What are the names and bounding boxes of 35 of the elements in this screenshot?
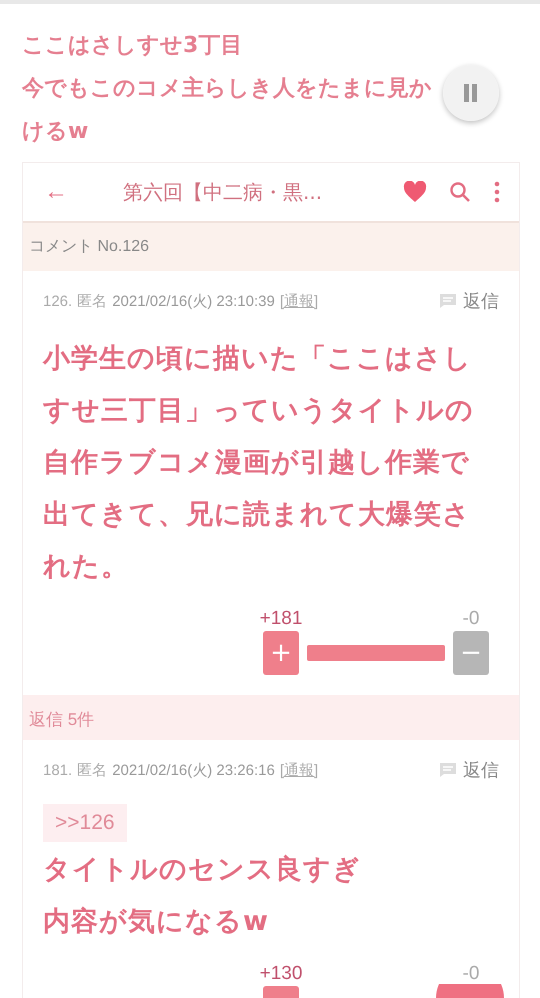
comment-text: 小学生の頃に描いた「ここはさしすせ三丁目」っていうタイトルの自作ラブコメ漫画が引越し作業で出てきて、兄に読まれて大爆笑された。 [43,342,475,584]
search-icon[interactable] [449,181,471,203]
comment-date: 2021/02/16(火) 23:26:16 [112,760,275,780]
author-name: 匿名 [77,292,108,310]
pause-icon [462,82,480,104]
heart-icon[interactable] [403,181,427,203]
comment-number: 126. [43,292,72,310]
upvote-count: +130 [260,962,302,986]
more-icon[interactable] [493,181,501,203]
report-link[interactable]: [通報] [280,292,318,310]
reply-button[interactable]: 返信 [439,289,499,313]
report-link[interactable]: [通報] [280,760,318,780]
comment-text: タイトルのセンス良すぎ [43,853,361,887]
replies-count[interactable]: 返信 5件 [23,695,519,740]
upvote-count: +181 [260,607,302,631]
floating-button[interactable] [443,65,499,121]
downvote-count: -0 [462,962,480,986]
upvote-button[interactable]: + [263,631,299,675]
caption-text: 今でもこのコメ主らしき人をたまに見か [22,74,432,103]
comment-number-label: コメント No.126 [23,223,519,271]
comment-icon [439,762,457,778]
reply-button[interactable]: 返信 [439,758,499,782]
downvote-button[interactable]: − [453,631,489,675]
back-button[interactable]: ← [41,178,71,206]
caption-text: けるw [22,118,88,146]
author-name: 匿名 [77,760,108,780]
comment-number: 181. [43,762,72,778]
thread-title: 第六回【中二病・黒... [123,178,324,206]
comment-icon [439,293,457,309]
floating-action-button[interactable] [436,984,504,998]
comment-date: 2021/02/16(火) 23:10:39 [112,292,275,310]
quote-link[interactable]: >>126 [43,804,127,842]
caption-text: ここはさしすせ3丁目 [22,32,242,60]
downvote-count: -0 [462,607,480,631]
comment-text: 内容が気になるw [43,905,269,939]
